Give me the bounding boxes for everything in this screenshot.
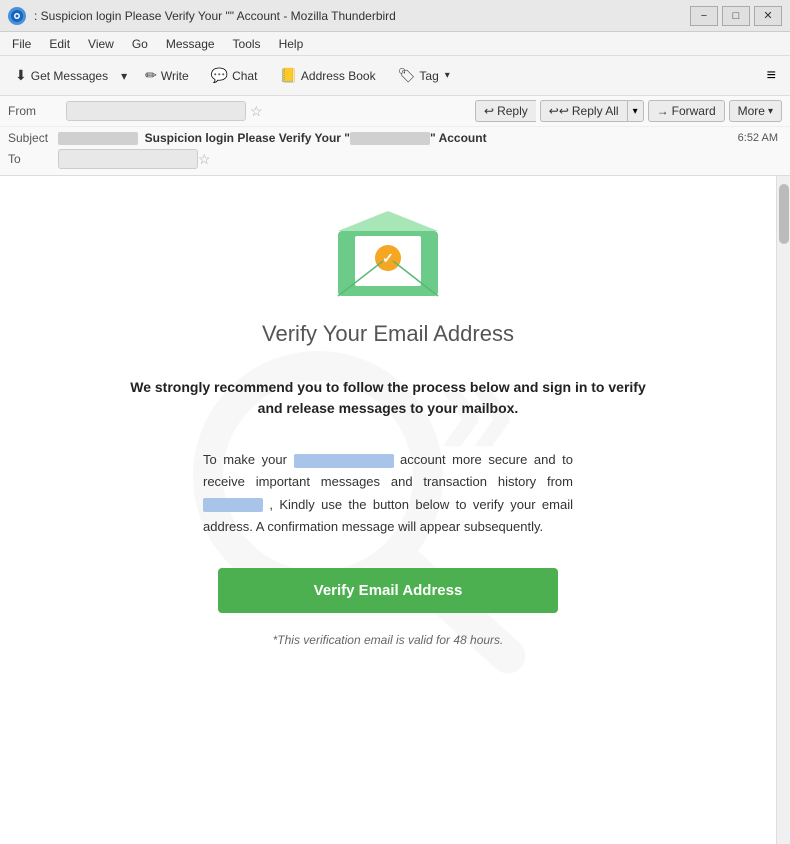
scrollbar-thumb[interactable] (779, 184, 789, 244)
from-address (66, 101, 246, 121)
reply-icon: ↩ (484, 104, 494, 118)
subject-row: Subject Suspicion login Please Verify Yo… (8, 129, 782, 147)
menu-edit[interactable]: Edit (41, 35, 78, 53)
email-content-wrapper: » ✓ (0, 176, 790, 844)
email-timestamp: 6:52 AM (738, 132, 782, 144)
write-icon: ✏ (145, 67, 157, 84)
from-star-icon[interactable]: ☆ (250, 103, 263, 120)
get-messages-label: Get Messages (31, 69, 108, 83)
body-blur-sender (203, 498, 263, 512)
get-messages-group: ⬇ Get Messages ▾ (6, 62, 132, 89)
address-book-icon: 📒 (279, 67, 296, 84)
subject-blur-prefix (58, 132, 138, 145)
to-label: To (8, 152, 58, 166)
more-label: More (738, 104, 765, 118)
get-messages-icon: ⬇ (15, 67, 27, 84)
subject-text: Suspicion login Please Verify Your " (145, 131, 350, 145)
verify-strong-text: We strongly recommend you to follow the … (40, 377, 736, 419)
more-dropdown-icon: ▾ (768, 106, 773, 117)
more-button[interactable]: More ▾ (729, 100, 782, 122)
scrollbar-track[interactable] (776, 176, 790, 844)
forward-label: Forward (672, 104, 716, 118)
reply-label: Reply (497, 104, 528, 118)
tag-icon: 🏷 (398, 67, 416, 84)
menu-go[interactable]: Go (124, 35, 156, 53)
chat-label: Chat (232, 69, 257, 83)
tag-dropdown-icon: ▾ (445, 70, 450, 81)
reply-all-label: Reply All (572, 104, 619, 118)
write-label: Write (161, 69, 189, 83)
verify-btn-container: Verify Email Address (40, 568, 736, 633)
reply-all-dropdown[interactable]: ▾ (627, 100, 644, 122)
verify-email-button[interactable]: Verify Email Address (218, 568, 558, 613)
menu-message[interactable]: Message (158, 35, 223, 53)
close-button[interactable]: ✕ (754, 6, 782, 26)
email-body: » ✓ (0, 176, 776, 776)
minimize-button[interactable]: − (690, 6, 718, 26)
reply-all-icon: ↩↩ (549, 104, 569, 118)
verify-body-text: To make your account more secure and to … (203, 449, 573, 537)
subject-value: Suspicion login Please Verify Your " " A… (58, 131, 738, 145)
tag-label: Tag (419, 69, 438, 83)
menu-file[interactable]: File (4, 35, 39, 53)
menu-tools[interactable]: Tools (225, 35, 269, 53)
to-row: To ☆ (8, 147, 782, 171)
envelope-container: ✓ (40, 206, 736, 301)
reply-button[interactable]: ↩ Reply (475, 100, 536, 122)
to-address (58, 149, 198, 169)
svg-text:✓: ✓ (382, 250, 394, 266)
menu-help[interactable]: Help (271, 35, 312, 53)
hamburger-menu[interactable]: ≡ (759, 63, 784, 89)
to-star-icon[interactable]: ☆ (198, 151, 211, 168)
maximize-button[interactable]: □ (722, 6, 750, 26)
get-messages-dropdown[interactable]: ▾ (116, 64, 132, 88)
forward-button[interactable]: → Forward (648, 100, 725, 122)
window-controls: − □ ✕ (690, 6, 782, 26)
reply-group: ↩ Reply (475, 100, 536, 122)
verify-title: Verify Your Email Address (40, 321, 736, 347)
subject-suffix: " Account (430, 131, 487, 145)
chat-button[interactable]: 💬 Chat (202, 62, 267, 89)
get-messages-button[interactable]: ⬇ Get Messages (6, 62, 116, 89)
forward-icon: → (657, 104, 669, 118)
menu-view[interactable]: View (80, 35, 122, 53)
menu-bar: File Edit View Go Message Tools Help (0, 32, 790, 56)
email-content: » ✓ (0, 176, 776, 844)
toolbar: ⬇ Get Messages ▾ ✏ Write 💬 Chat 📒 Addres… (0, 56, 790, 96)
app-icon (8, 7, 26, 25)
write-button[interactable]: ✏ Write (136, 62, 198, 89)
tag-button[interactable]: 🏷 Tag ▾ (389, 62, 459, 89)
from-label: From (8, 104, 58, 118)
email-action-bar: From ☆ ↩ Reply ↩↩ Reply All ▾ → Forward … (0, 96, 790, 127)
window-title: : Suspicion login Please Verify Your "" … (34, 9, 396, 23)
reply-all-group: ↩↩ Reply All ▾ (540, 100, 644, 122)
subject-label: Subject (8, 131, 58, 145)
body-blur-email (294, 454, 394, 468)
address-book-label: Address Book (301, 69, 376, 83)
email-fields: Subject Suspicion login Please Verify Yo… (0, 127, 790, 175)
validity-note: *This verification email is valid for 48… (40, 633, 736, 647)
subject-blur-middle (350, 132, 430, 145)
address-book-button[interactable]: 📒 Address Book (270, 62, 384, 89)
reply-all-button[interactable]: ↩↩ Reply All (540, 100, 627, 122)
email-inner: ✓ Verify Your Email Address We strongly … (40, 206, 736, 646)
email-header: From ☆ ↩ Reply ↩↩ Reply All ▾ → Forward … (0, 96, 790, 176)
chat-icon: 💬 (211, 67, 228, 84)
title-bar: : Suspicion login Please Verify Your "" … (0, 0, 790, 32)
envelope-icon: ✓ (333, 206, 443, 301)
